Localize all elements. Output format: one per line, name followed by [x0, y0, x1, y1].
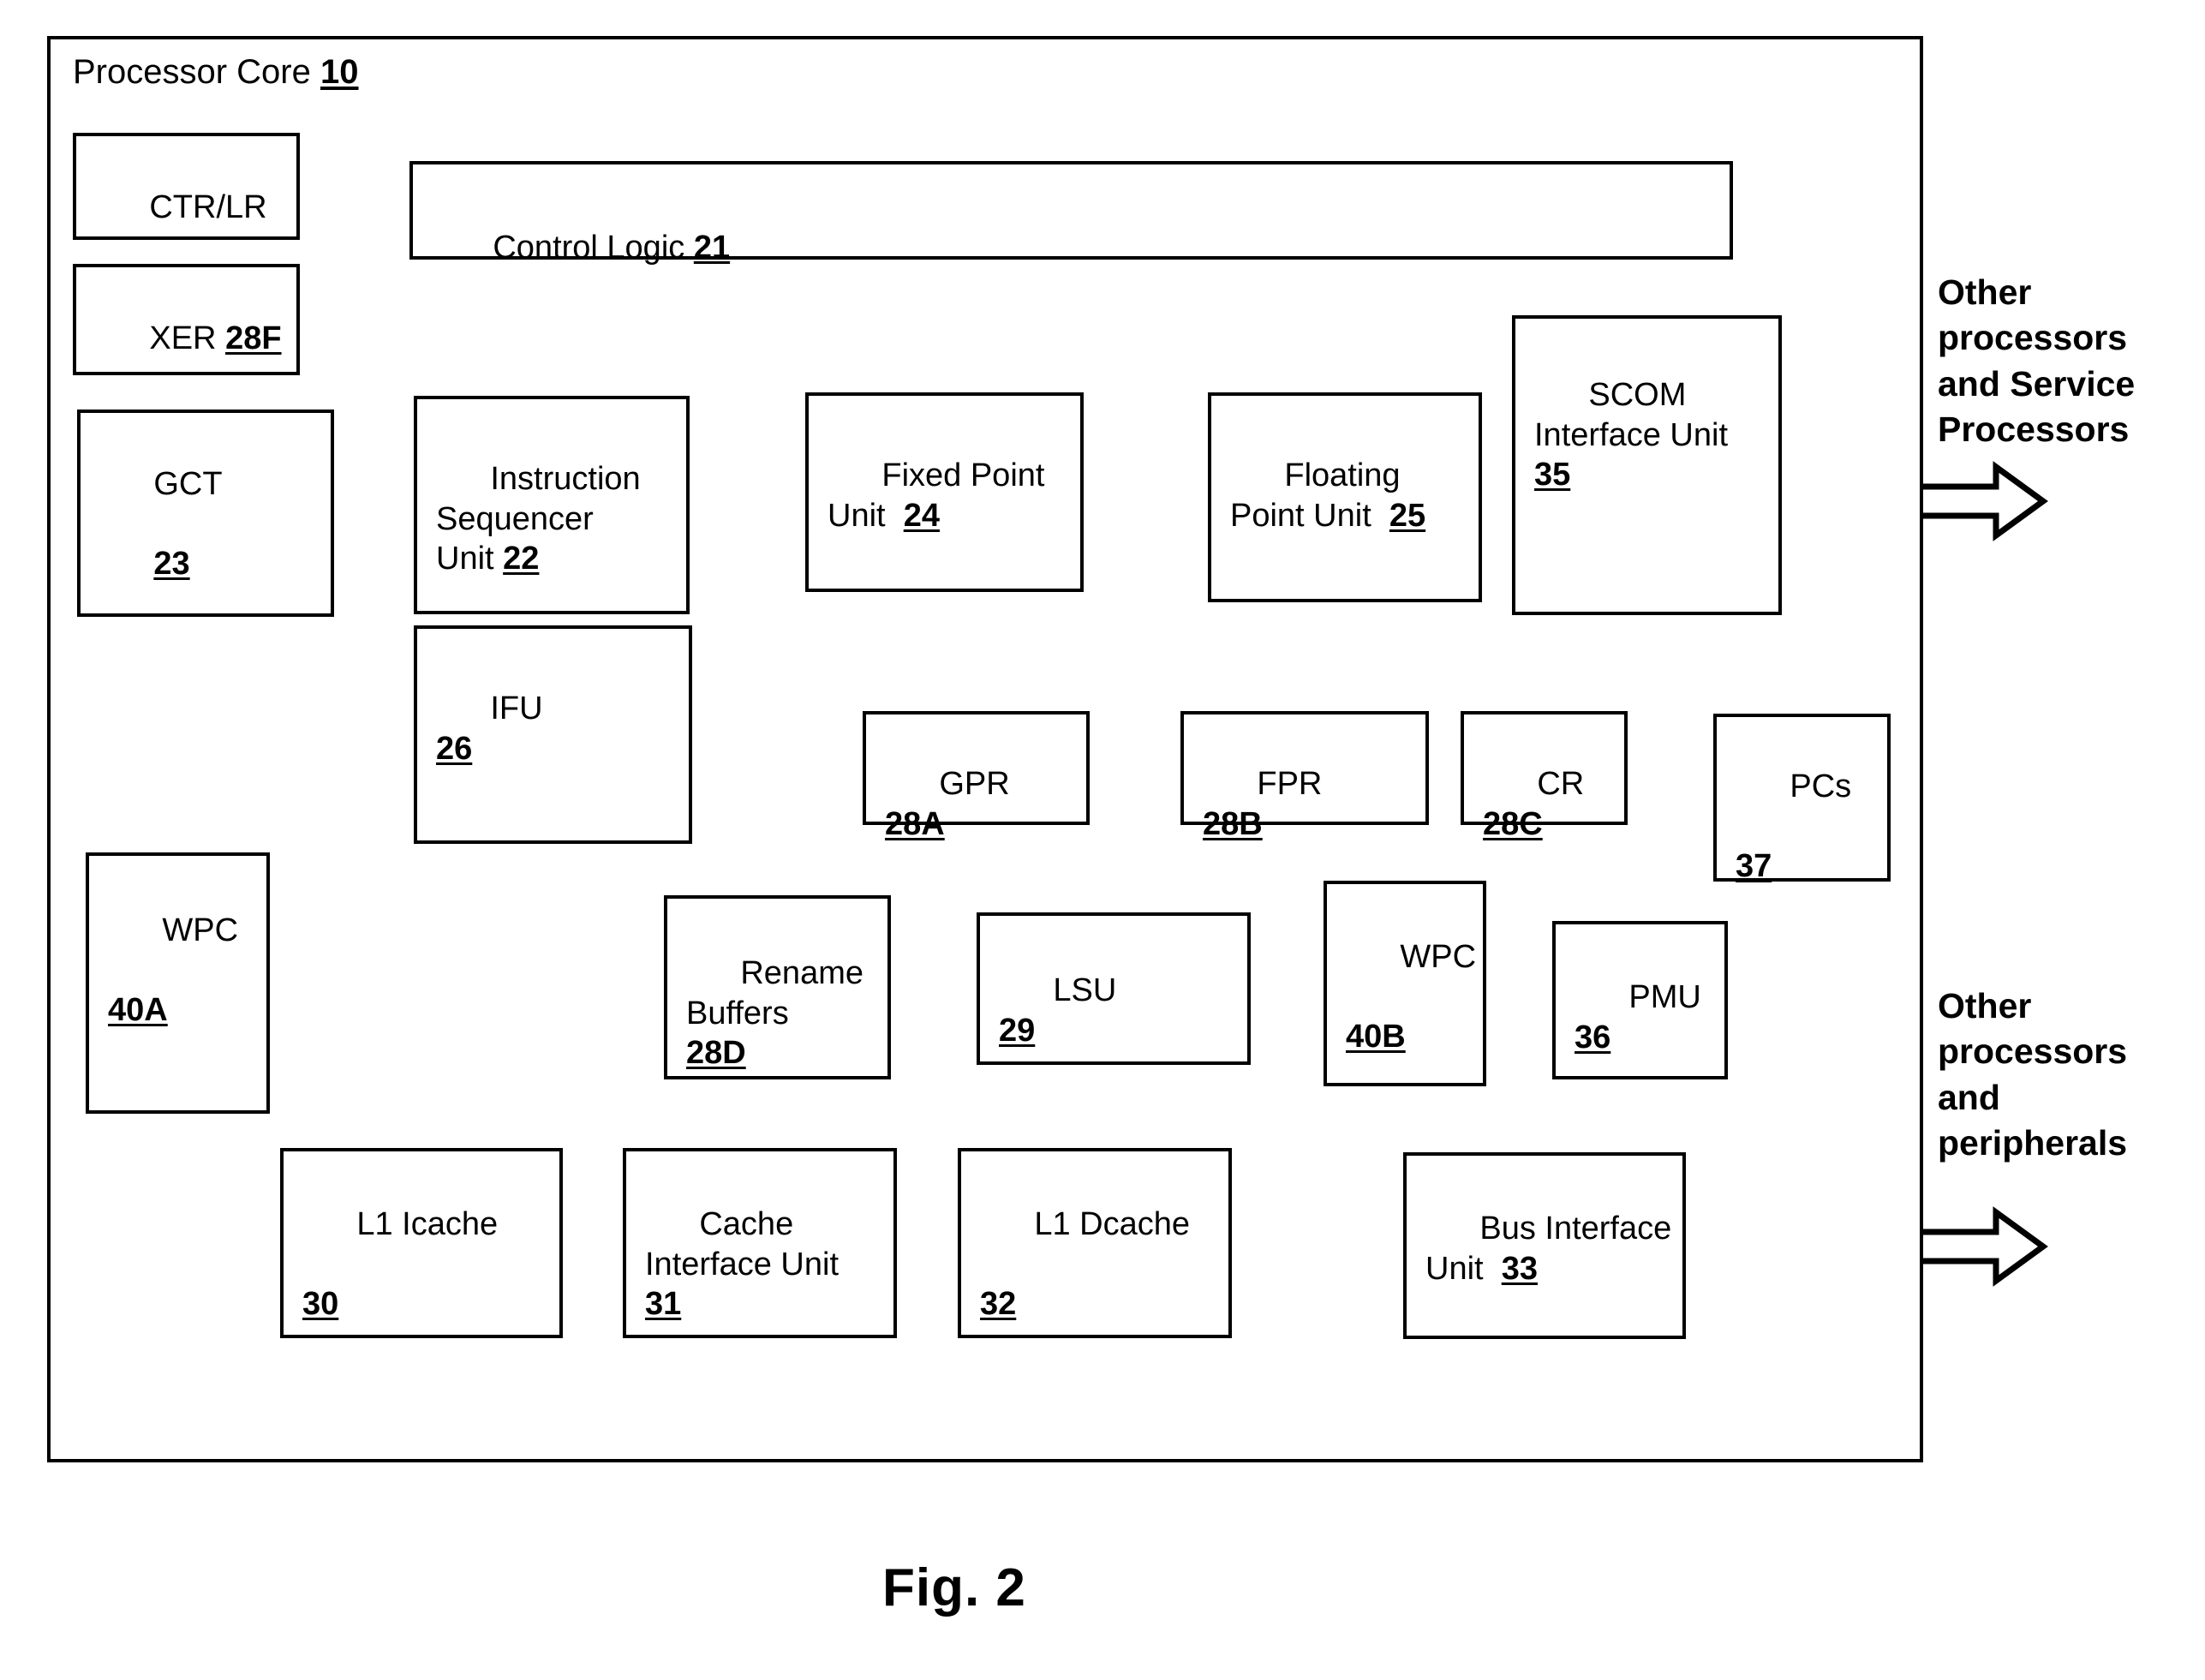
block-ifu[interactable]: IFU 26 [414, 625, 692, 844]
label-other-processors-service: Other processors and Service Processors [1938, 272, 2136, 449]
block-instruction-sequencer-unit[interactable]: Instruction Sequencer Unit 22 [414, 396, 690, 614]
block-pmu-text: PMU 36 [1575, 979, 1701, 1055]
block-pmu[interactable]: PMU 36 [1552, 921, 1728, 1079]
block-lsu-text: LSU 29 [999, 972, 1117, 1049]
block-fpr[interactable]: FPR 28B [1180, 711, 1429, 842]
block-bus-interface-unit[interactable]: Bus Interface Unit 33 [1403, 1152, 1686, 1339]
block-gct[interactable]: GCT 23 [77, 410, 334, 617]
block-isu-text: Instruction Sequencer Unit 22 [436, 461, 641, 577]
block-lsu[interactable]: LSU 29 [977, 912, 1251, 1065]
block-gpr[interactable]: GPR 28A [863, 711, 1090, 842]
block-pcs-text: PCs 37 [1736, 768, 1852, 885]
block-floating-point-unit[interactable]: Floating Point Unit 25 [1208, 392, 1482, 602]
block-rename-buffers[interactable]: Rename Buffers 28D [664, 895, 891, 1079]
block-control-logic[interactable]: Control Logic 21 [409, 161, 1733, 266]
block-l1-dcache[interactable]: L1 Dcache 32 [958, 1148, 1232, 1338]
block-control-logic-text: Control Logic 21 [493, 230, 731, 266]
block-ifu-text: IFU 26 [436, 691, 543, 767]
label-other-processors-peripherals: Other processors and peripherals [1938, 986, 2128, 1163]
block-fpu-text: Floating Point Unit 25 [1230, 457, 1426, 534]
block-rename-buffers-text: Rename Buffers 28D [686, 955, 863, 1072]
block-biu-text: Bus Interface Unit 33 [1425, 1211, 1672, 1287]
block-wpc-40a-text: WPC 40A [108, 912, 239, 1029]
block-wpc-40b-text: WPC 40B [1346, 939, 1477, 1055]
block-fpr-text: FPR 28B [1203, 766, 1323, 842]
block-l1-icache-text: L1 Icache 30 [302, 1206, 499, 1323]
block-fixed-point-unit[interactable]: Fixed Point Unit 24 [805, 392, 1084, 592]
block-cache-interface-unit[interactable]: Cache Interface Unit 31 [623, 1148, 897, 1338]
block-scom-interface-unit[interactable]: SCOM Interface Unit 35 [1512, 315, 1782, 615]
block-xer[interactable]: XER 28F [73, 264, 300, 375]
block-gpr-text: GPR 28A [885, 766, 1010, 842]
block-pcs[interactable]: PCs 37 [1713, 714, 1891, 884]
block-xer-text: XER 28F [149, 320, 282, 357]
block-l1-icache[interactable]: L1 Icache 30 [280, 1148, 563, 1338]
block-l1-dcache-text: L1 Dcache 32 [980, 1206, 1191, 1323]
figure-canvas: Processor Core 10 CTR/LR 28E XER 28F GCT… [0, 0, 2205, 1680]
block-wpc-40b[interactable]: WPC 40B [1324, 881, 1486, 1086]
block-gct-text: GCT 23 [153, 466, 223, 583]
block-scom-text: SCOM Interface Unit 35 [1534, 377, 1728, 493]
block-fxu-text: Fixed Point Unit 24 [828, 457, 1045, 534]
block-cr[interactable]: CR 28C [1461, 711, 1628, 842]
block-cr-text: CR 28C [1483, 766, 1585, 842]
processor-core-label: Processor Core [73, 53, 311, 91]
processor-core-ref: 10 [320, 53, 359, 91]
page-title: Processor Core 10 [73, 53, 359, 92]
block-ctr-lr[interactable]: CTR/LR 28E [73, 133, 300, 305]
block-wpc-40a[interactable]: WPC 40A [86, 852, 270, 1114]
figure-caption: Fig. 2 [882, 1558, 1026, 1617]
block-ciu-text: Cache Interface Unit 31 [645, 1206, 839, 1323]
